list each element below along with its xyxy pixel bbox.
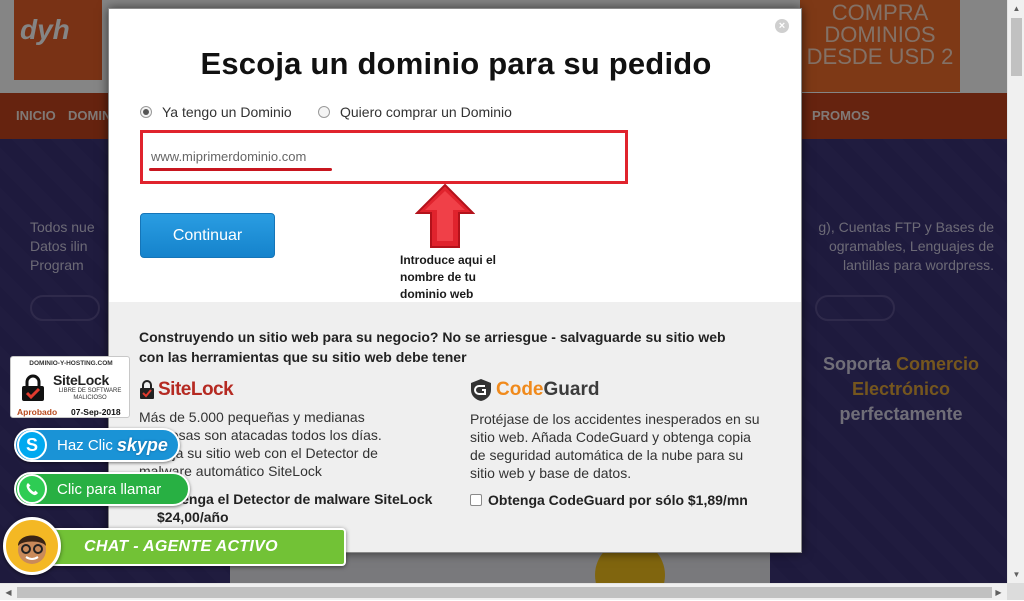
checkbox[interactable]	[470, 494, 482, 506]
shield-icon	[471, 379, 491, 401]
hint-text: Introduce aqui el nombre de tu dominio w…	[400, 253, 497, 301]
badge-subtitle: MALICIOSO	[73, 395, 107, 401]
continue-button[interactable]: Continuar	[140, 213, 275, 258]
whatsapp-call-button[interactable]: Clic para llamar	[14, 472, 190, 506]
codeguard-offer-checkbox[interactable]: Obtenga CodeGuard por sólo $1,89/mn	[470, 492, 748, 508]
horizontal-scroll-thumb[interactable]	[17, 587, 992, 598]
domain-input[interactable]	[151, 145, 611, 167]
skype-icon: S	[17, 430, 47, 460]
domain-underline-annotation	[149, 168, 332, 171]
radio-label: Quiero comprar un Dominio	[340, 104, 512, 120]
scrollbar-corner	[1007, 583, 1024, 600]
codeguard-description: Protéjase de los accidentes inesperados …	[470, 411, 760, 481]
domain-modal: × Escoja un dominio para su pedido Ya te…	[108, 8, 802, 553]
vertical-scroll-thumb[interactable]	[1011, 18, 1022, 76]
radio-label: Ya tengo un Dominio	[162, 104, 292, 120]
chat-label: CHAT - AGENTE ACTIVO	[84, 538, 278, 555]
codeguard-offer-label: Obtenga CodeGuard por sólo $1,89/mn	[488, 492, 748, 508]
sitelock-description: Más de 5.000 pequeñas y medianas empresa…	[139, 409, 382, 479]
domain-input-frame	[140, 130, 628, 184]
sitelock-badge[interactable]: DOMINIO-Y-HOSTING.COM SiteLock LIBRE DE …	[10, 356, 130, 418]
chat-button[interactable]: CHAT - AGENTE ACTIVO	[36, 528, 346, 566]
scroll-down-icon[interactable]: ▼	[1008, 566, 1024, 583]
up-arrow-icon	[415, 183, 475, 248]
upsell-heading: Construyendo un sitio web para su negoci…	[139, 329, 726, 365]
upsell-section: Construyendo un sitio web para su negoci…	[109, 302, 801, 552]
vertical-scrollbar[interactable]: ▲ ▼	[1007, 0, 1024, 583]
agent-face-icon	[18, 535, 46, 564]
badge-subtitle: LIBRE DE SOFTWARE	[58, 388, 122, 394]
sitelock-logo: SiteLock	[139, 379, 234, 401]
horizontal-scrollbar[interactable]: ◀ ▶	[0, 583, 1007, 600]
lock-icon	[140, 380, 154, 399]
scroll-up-icon[interactable]: ▲	[1008, 0, 1024, 17]
codeguard-logo: CodeGuard	[470, 377, 599, 403]
codeguard-brand-code: Code	[496, 379, 544, 400]
lock-icon	[22, 374, 44, 401]
badge-date: 07-Sep-2018	[71, 407, 121, 417]
skype-wordmark: skype	[116, 434, 168, 455]
scroll-right-icon[interactable]: ▶	[990, 584, 1007, 601]
radio-button[interactable]	[318, 106, 330, 118]
modal-title: Escoja un dominio para su pedido	[200, 46, 712, 81]
badge-domain: DOMINIO-Y-HOSTING.COM	[29, 360, 113, 367]
codeguard-brand: CodeGuard	[496, 379, 599, 401]
skype-label: Haz Clic	[57, 436, 113, 454]
whatsapp-icon	[17, 474, 47, 504]
codeguard-brand-guard: Guard	[543, 379, 600, 400]
radio-button-checked[interactable]	[140, 106, 152, 118]
radio-buy-domain[interactable]: Quiero comprar un Dominio	[318, 102, 512, 122]
close-icon[interactable]: ×	[775, 19, 789, 33]
radio-have-domain[interactable]: Ya tengo un Dominio	[140, 102, 292, 122]
scroll-left-icon[interactable]: ◀	[0, 584, 17, 601]
whatsapp-label: Clic para llamar	[57, 480, 162, 498]
agent-avatar[interactable]	[3, 517, 61, 575]
sitelock-brand: SiteLock	[158, 379, 234, 400]
badge-brand: SiteLock	[53, 372, 109, 388]
badge-status: Aprobado	[17, 407, 58, 417]
skype-call-button[interactable]: S Haz Clic skype	[14, 428, 180, 462]
